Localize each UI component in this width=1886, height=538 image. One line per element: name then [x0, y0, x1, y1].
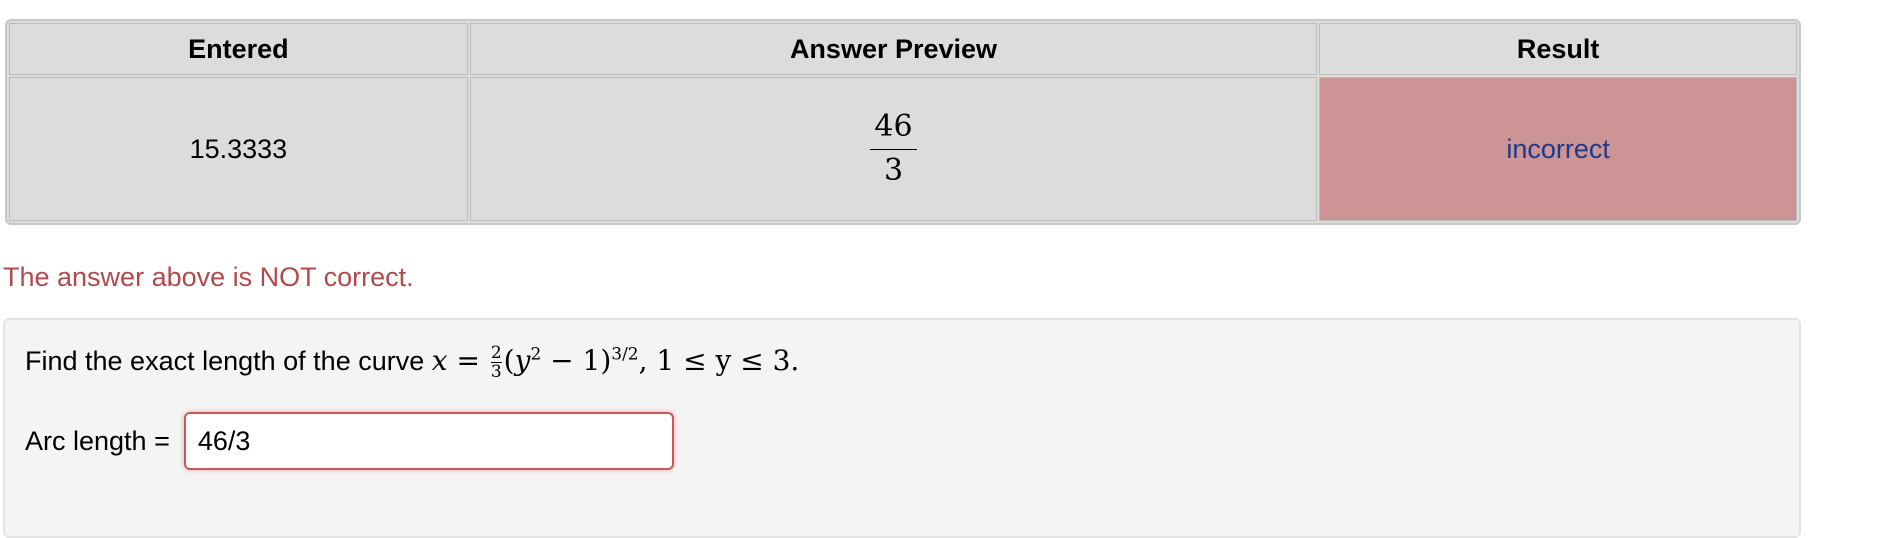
question-intro: Find the exact length of the curve [25, 346, 425, 376]
attempt-results-table: Entered Answer Preview Result 15.3333 46… [5, 19, 1801, 225]
result-status: incorrect [1319, 77, 1797, 221]
header-answer-preview: Answer Preview [469, 23, 1318, 75]
problem-panel: Find the exact length of the curve x = 2… [3, 318, 1801, 538]
arc-length-input[interactable] [183, 412, 674, 470]
entered-value: 15.3333 [9, 77, 468, 221]
table-header-row: Entered Answer Preview Result [9, 23, 1797, 75]
answer-preview-fraction: 46 3 [870, 109, 917, 188]
answer-row: Arc length = [25, 412, 674, 470]
feedback-message: The answer above is NOT correct. [3, 262, 414, 292]
curve-equation: x = 2 3 (y2 − 1)3/2, 1 ≤ y ≤ 3. [431, 342, 800, 382]
header-entered: Entered [9, 23, 468, 75]
table-row: 15.3333 46 3 incorrect [9, 77, 1797, 221]
coefficient-fraction: 2 3 [490, 342, 502, 382]
question-text: Find the exact length of the curve x = 2… [25, 344, 799, 381]
preview-denominator: 3 [883, 152, 904, 188]
answer-preview-cell: 46 3 [469, 77, 1318, 221]
header-result: Result [1319, 23, 1797, 75]
preview-numerator: 46 [874, 109, 913, 144]
arc-length-label: Arc length = [25, 425, 170, 456]
